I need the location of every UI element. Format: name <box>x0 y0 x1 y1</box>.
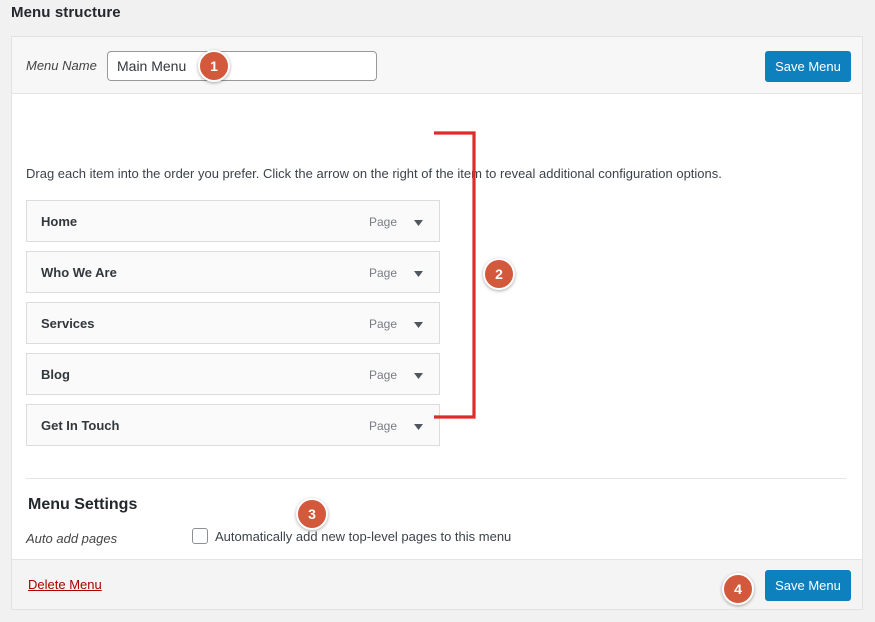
annotation-badge-4: 4 <box>722 573 754 605</box>
save-menu-button-bottom[interactable]: Save Menu <box>765 570 851 601</box>
menu-item-row[interactable]: Get In Touch Page <box>26 404 440 446</box>
settings-divider <box>26 478 846 479</box>
drag-instructions: Drag each item into the order you prefer… <box>26 166 722 181</box>
menu-item-row[interactable]: Blog Page <box>26 353 440 395</box>
save-menu-button-top[interactable]: Save Menu <box>765 51 851 82</box>
chevron-down-icon[interactable] <box>412 369 425 382</box>
menu-item-title: Who We Are <box>41 265 117 280</box>
menu-item-row[interactable]: Who We Are Page <box>26 251 440 293</box>
menu-items-list: Home Page Who We Are Page Services Page <box>26 200 440 455</box>
menu-structure-panel: Menu Name Save Menu Drag each item into … <box>11 36 863 610</box>
menu-settings-heading: Menu Settings <box>28 496 137 514</box>
chevron-down-icon[interactable] <box>412 267 425 280</box>
chevron-down-icon[interactable] <box>412 216 425 229</box>
menu-item-title: Get In Touch <box>41 418 119 433</box>
menu-item-type: Page <box>369 317 397 331</box>
menu-name-input[interactable] <box>107 51 377 81</box>
menu-structure-body: Drag each item into the order you prefer… <box>12 94 862 558</box>
menu-name-label: Menu Name <box>26 58 97 73</box>
chevron-down-icon[interactable] <box>412 420 425 433</box>
menu-item-title: Home <box>41 214 77 229</box>
annotation-badge-1: 1 <box>198 50 230 82</box>
menu-item-row[interactable]: Services Page <box>26 302 440 344</box>
chevron-down-icon[interactable] <box>412 318 425 331</box>
delete-menu-link[interactable]: Delete Menu <box>28 577 102 592</box>
menu-item-type: Page <box>369 368 397 382</box>
menu-name-header: Menu Name Save Menu <box>12 37 862 94</box>
menu-item-type: Page <box>369 266 397 280</box>
annotation-badge-3: 3 <box>296 498 328 530</box>
menu-item-type: Page <box>369 419 397 433</box>
auto-add-pages-checkbox-label[interactable]: Automatically add new top-level pages to… <box>215 529 511 544</box>
menu-item-title: Services <box>41 316 95 331</box>
auto-add-pages-checkbox[interactable] <box>192 528 208 544</box>
menu-item-title: Blog <box>41 367 70 382</box>
menu-item-type: Page <box>369 215 397 229</box>
annotation-badge-2: 2 <box>483 258 515 290</box>
auto-add-pages-label: Auto add pages <box>26 531 117 546</box>
page-title: Menu structure <box>11 4 121 21</box>
menu-item-row[interactable]: Home Page <box>26 200 440 242</box>
